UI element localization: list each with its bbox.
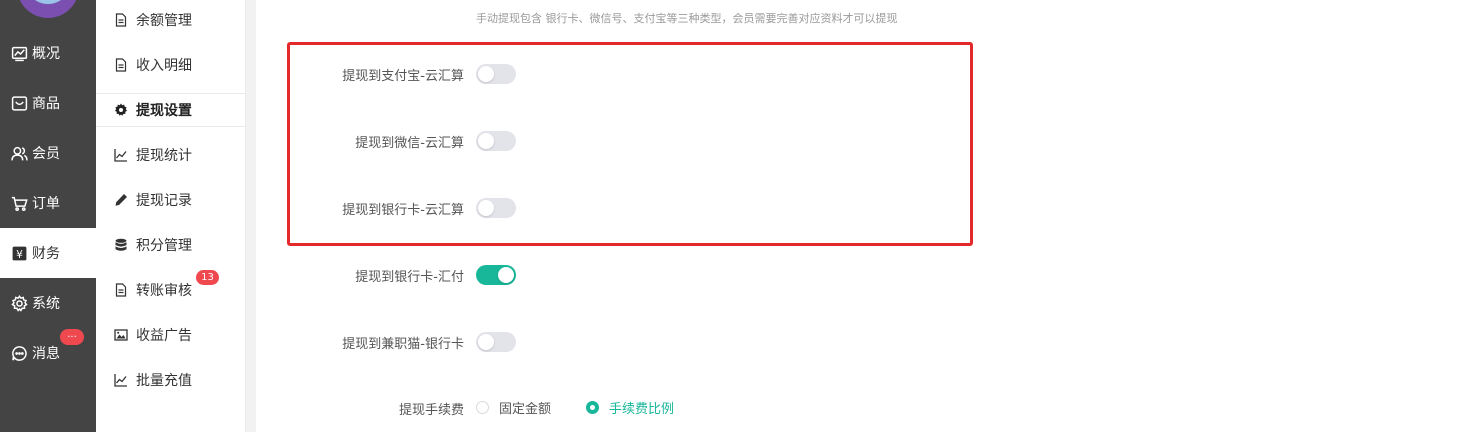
toggle-knob: [478, 334, 494, 350]
nav-item-label: 商品: [32, 96, 60, 112]
subnav-item-income[interactable]: 收入明细: [96, 48, 246, 82]
subnav-item-label: 收益广告: [136, 328, 192, 344]
transfer-review-badge: 13: [196, 270, 219, 285]
toggle-bankcard-yunhuisuan[interactable]: [476, 198, 516, 218]
document-icon: [113, 282, 129, 298]
cart-icon: [10, 194, 28, 212]
main-content: 手动提现包含 银行卡、微信号、支付宝等三种类型，会员需要完善对应资料才可以提现 …: [256, 0, 1466, 432]
nav-item-label: 系统: [32, 296, 60, 312]
document-icon: [113, 57, 129, 73]
toggle-wechat[interactable]: [476, 131, 516, 151]
svg-text:¥: ¥: [16, 247, 23, 260]
subnav-item-revenue-ads[interactable]: 收益广告: [96, 318, 246, 352]
toggle-alipay[interactable]: [476, 64, 516, 84]
nav-item-products[interactable]: 商品: [0, 78, 96, 128]
nav-item-overview[interactable]: 概况: [0, 28, 96, 78]
gear-icon: [113, 102, 129, 118]
subnav-item-withdraw-stats[interactable]: 提现统计: [96, 138, 246, 172]
line-chart-icon: [113, 147, 129, 163]
subnav-item-label: 提现统计: [136, 148, 192, 164]
setting-label-bankcard-huifu: 提现到银行卡-汇付: [355, 270, 464, 285]
radio-fixed-amount[interactable]: 固定金额: [476, 398, 551, 417]
toggle-bankcard-huifu[interactable]: [476, 265, 516, 285]
toggle-knob: [478, 200, 494, 216]
fee-label: 提现手续费: [398, 403, 464, 418]
document-icon: [113, 12, 129, 28]
database-icon: [113, 237, 129, 253]
nav-item-label: 概况: [32, 46, 60, 62]
gear-icon: [10, 294, 28, 312]
radio-dot: [586, 401, 599, 414]
subnav-item-label: 提现设置: [136, 103, 192, 119]
subnav-item-balance[interactable]: 余额管理: [96, 3, 246, 37]
nav-item-label: 财务: [32, 246, 60, 262]
setting-label-wechat: 提现到微信-云汇算: [355, 136, 464, 151]
shop-icon: [10, 94, 28, 112]
nav-item-label: 订单: [32, 196, 60, 212]
subnav-item-label: 余额管理: [136, 13, 192, 29]
subnav-item-points[interactable]: 积分管理: [96, 228, 246, 262]
users-icon: [10, 144, 28, 162]
radio-fee-ratio[interactable]: 手续费比例: [586, 398, 674, 417]
subnav-item-withdraw-settings[interactable]: 提现设置: [96, 93, 246, 127]
subnav-item-label: 提现记录: [136, 193, 192, 209]
toggle-knob: [478, 66, 494, 82]
finance-icon: ¥: [10, 244, 28, 262]
subnav-item-label: 收入明细: [136, 58, 192, 74]
nav-item-label: 会员: [32, 146, 60, 162]
subnav-item-label: 转账审核: [136, 283, 192, 299]
subnav-item-label: 积分管理: [136, 238, 192, 254]
subnav-item-label: 批量充值: [136, 373, 192, 389]
subnav-item-batch-recharge[interactable]: 批量充值: [96, 363, 246, 397]
nav-item-finance[interactable]: ¥ 财务: [0, 228, 96, 278]
app-root: 概况 商品 会员 订单 ¥ 财务 系统 消息 ... 余额管理 收入明细 提现设…: [0, 0, 1466, 432]
avatar[interactable]: [17, 0, 79, 18]
nav-item-system[interactable]: 系统: [0, 278, 96, 328]
nav-item-label: 消息: [32, 346, 60, 362]
subnav-item-withdraw-records[interactable]: 提现记录: [96, 183, 246, 217]
toggle-jianzhimao[interactable]: [476, 332, 516, 352]
setting-label-jianzhimao: 提现到兼职猫-银行卡: [342, 337, 464, 352]
toggle-knob: [478, 133, 494, 149]
chart-icon: [10, 44, 28, 62]
nav-item-orders[interactable]: 订单: [0, 178, 96, 228]
setting-label-alipay: 提现到支付宝-云汇算: [342, 69, 464, 84]
image-icon: [113, 327, 129, 343]
message-badge: ...: [60, 329, 84, 345]
pencil-icon: [113, 192, 129, 208]
primary-sidebar: 概况 商品 会员 订单 ¥ 财务 系统 消息 ...: [0, 0, 96, 432]
setting-label-bankcard-yunhuisuan: 提现到银行卡-云汇算: [342, 203, 464, 218]
line-chart-icon: [113, 372, 129, 388]
radio-label: 手续费比例: [609, 402, 675, 417]
subnav-item-transfer-review[interactable]: 转账审核: [96, 273, 246, 307]
nav-item-members[interactable]: 会员: [0, 128, 96, 178]
secondary-sidebar: 余额管理 收入明细 提现设置 提现统计 提现记录 积分管理 转账审核 收益广告 …: [96, 0, 246, 432]
radio-label: 固定金额: [499, 402, 552, 417]
withdraw-hint: 手动提现包含 银行卡、微信号、支付宝等三种类型，会员需要完善对应资料才可以提现: [476, 12, 898, 25]
radio-dot: [476, 401, 489, 414]
chat-icon: [10, 344, 28, 362]
toggle-knob: [498, 267, 514, 283]
